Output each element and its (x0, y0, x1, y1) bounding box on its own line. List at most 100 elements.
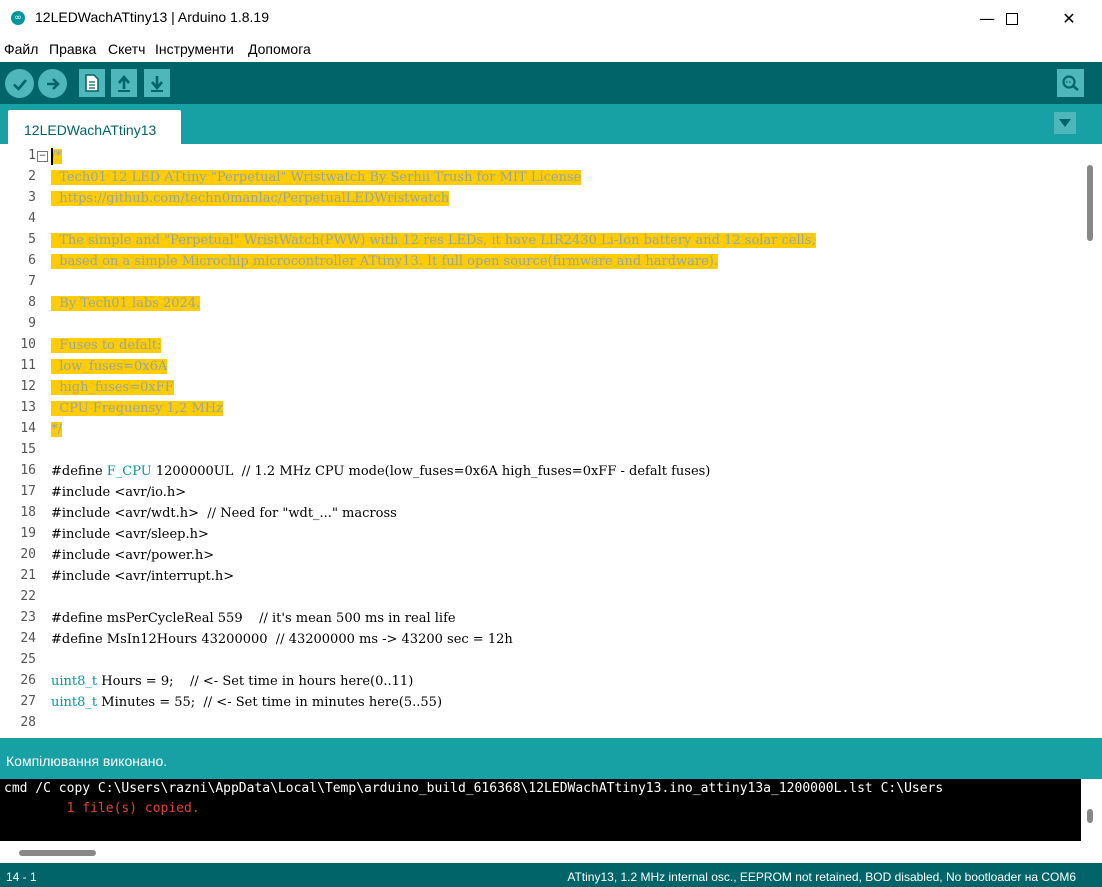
editor-scroll-thumb[interactable] (1087, 165, 1093, 241)
highlighted-comment: CPU Frequensy 1,2 MHz (51, 401, 223, 416)
arduino-logo-icon: ∞ (11, 11, 25, 25)
line-number: 19 (20, 526, 36, 541)
line-number: 24 (20, 631, 36, 646)
title-bar: ∞ 12LEDWachATtiny13 | Arduino 1.8.19 — ✕ (0, 0, 1102, 37)
line-number: 17 (20, 484, 36, 499)
code-line: By Tech01 labs 2024. (51, 293, 201, 314)
line-number: 8 (28, 295, 36, 310)
code-line: #include <avr/power.h> (51, 548, 215, 563)
triangle-down-icon (1059, 119, 1071, 127)
line-number: 2 (28, 169, 36, 184)
close-icon: ✕ (1062, 9, 1076, 28)
horizontal-scroll-thumb[interactable] (19, 850, 96, 856)
line-number: 6 (28, 253, 36, 268)
fold-toggle-icon[interactable]: − (37, 151, 48, 162)
code-line: #define F_CPU 1200000UL // 1.2 MHz CPU m… (51, 461, 710, 482)
close-window-button[interactable]: ✕ (1046, 0, 1092, 37)
line-number: 22 (20, 589, 36, 604)
status-bar: Компілювання виконано. (0, 738, 1102, 779)
line-number: 12 (20, 379, 36, 394)
keyword-token: uint8_t (51, 695, 98, 710)
line-number: 20 (20, 547, 36, 562)
board-status-bar: 14 - 1 ATtiny13, 1.2 MHz internal osc., … (0, 863, 1102, 887)
highlighted-comment: By Tech01 labs 2024. (51, 296, 201, 311)
code-line: #include <avr/interrupt.h> (51, 569, 235, 584)
maximize-icon (1006, 12, 1018, 25)
text-cursor (51, 148, 53, 165)
code-token: Minutes = 55; // <- Set time in minutes … (97, 695, 443, 710)
line-number: 15 (20, 442, 36, 457)
code-line: Tech01 12 LED ATtiny "Perpetual" Wristwa… (51, 167, 582, 188)
magnifier-icon (1061, 75, 1079, 92)
code-line: #define msPerCycleReal 559 // it's mean … (51, 611, 456, 626)
cursor-position: 14 - 1 (6, 870, 37, 884)
line-number: 26 (20, 673, 36, 688)
code-token: #define (51, 464, 107, 479)
code-line: https://github.com/techn0manlac/Perpetua… (51, 188, 450, 209)
line-number: 18 (20, 505, 36, 520)
code-line: high_fuses=0xFF (51, 377, 174, 398)
code-editor[interactable]: − 1 2 3 4 5 6 7 8 9 10 11 12 13 14 15 16 17 18 19 20 21 22 23 2… (0, 144, 1102, 738)
checkmark-icon (12, 78, 27, 91)
highlighted-comment: Tech01 12 LED ATtiny "Perpetual" Wristwa… (51, 170, 582, 185)
upload-button[interactable] (38, 69, 67, 98)
editor-vertical-scrollbar[interactable] (1082, 144, 1102, 738)
code-line: #include <avr/io.h> (51, 485, 187, 500)
open-sketch-button[interactable] (111, 69, 137, 97)
highlighted-comment: */ (51, 422, 62, 437)
highlighted-comment: high_fuses=0xFF (51, 380, 174, 395)
keyword-token: uint8_t (51, 674, 98, 689)
highlighted-comment: The simple and "Perpetual" WristWatch(PW… (51, 233, 816, 248)
highlighted-comment: Fuses to defalt: (51, 338, 162, 353)
menu-edit[interactable]: Правка (49, 41, 96, 57)
new-sketch-button[interactable] (79, 69, 105, 97)
line-number: 21 (20, 568, 36, 583)
code-line: CPU Frequensy 1,2 MHz (51, 398, 223, 419)
tab-menu-button[interactable] (1054, 112, 1076, 134)
serial-monitor-button[interactable] (1057, 69, 1084, 97)
line-number: 16 (20, 463, 36, 478)
menu-tools[interactable]: Інструменти (155, 41, 234, 57)
line-number: 14 (20, 421, 36, 436)
console-vertical-scrollbar[interactable] (1081, 779, 1102, 841)
code-token: Hours = 9; // <- Set time in hours here(… (97, 674, 414, 689)
arrow-up-icon (118, 74, 130, 92)
code-line: low_fuses=0x6A (51, 356, 168, 377)
verify-button[interactable] (5, 69, 34, 98)
line-number: 27 (20, 694, 36, 709)
window-title: 12LEDWachATtiny13 | Arduino 1.8.19 (35, 9, 269, 25)
line-number: 23 (20, 610, 36, 625)
code-line: uint8_t Hours = 9; // <- Set time in hou… (51, 671, 413, 692)
code-line: #include <avr/wdt.h> // Need for "wdt_..… (51, 506, 397, 521)
console-horizontal-scrollbar[interactable] (0, 841, 1102, 863)
maximize-button[interactable] (989, 0, 1035, 37)
line-number: 7 (28, 274, 36, 289)
code-line: Fuses to defalt: (51, 335, 162, 356)
menu-file[interactable]: Файл (4, 41, 38, 57)
keyword-token: F_CPU (106, 464, 152, 479)
line-number: 5 (28, 232, 36, 247)
tab-label: 12LEDWachATtiny13 (24, 122, 157, 138)
menu-bar: Файл Правка Скетч Інструменти Допомога (0, 37, 1102, 62)
console-line: 1 file(s) copied. (4, 801, 200, 816)
compile-status: Компілювання виконано. (6, 753, 168, 769)
code-line: uint8_t Minutes = 55; // <- Set time in … (51, 692, 442, 713)
highlighted-comment: based on a simple Microchip microcontrol… (51, 254, 719, 269)
output-console[interactable]: cmd /C copy C:\Users\razni\AppData\Local… (0, 779, 1102, 841)
code-line: */ (51, 419, 62, 440)
menu-help[interactable]: Допомога (248, 41, 311, 57)
highlighted-comment: low_fuses=0x6A (51, 359, 168, 374)
menu-sketch[interactable]: Скетч (108, 41, 145, 57)
line-number: 13 (20, 400, 36, 415)
code-line: #define MsIn12Hours 43200000 // 43200000… (51, 632, 513, 647)
line-number: 4 (28, 211, 36, 226)
tab-bar: 12LEDWachATtiny13 (0, 104, 1102, 144)
line-number: 9 (28, 316, 36, 331)
code-line: #include <avr/sleep.h> (51, 527, 209, 542)
line-number: 11 (20, 358, 36, 373)
console-scroll-thumb[interactable] (1087, 809, 1093, 823)
tab-sketch[interactable]: 12LEDWachATtiny13 (8, 110, 181, 144)
code-line: The simple and "Perpetual" WristWatch(PW… (51, 230, 816, 251)
line-number: 1 (28, 148, 36, 163)
save-sketch-button[interactable] (144, 69, 170, 97)
